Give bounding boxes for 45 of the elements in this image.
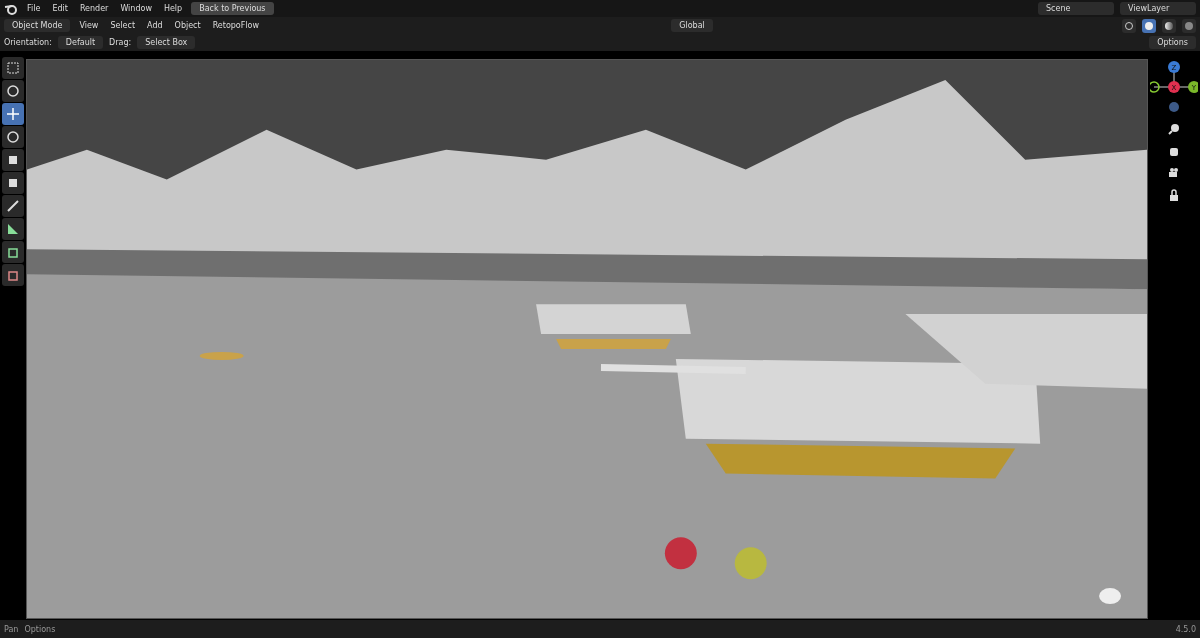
- circle-icon: [6, 130, 20, 144]
- cross-arrows-icon: [6, 107, 20, 121]
- scene-field[interactable]: Scene: [1038, 2, 1114, 15]
- orientation-label: Orientation:: [4, 38, 52, 47]
- menu-item[interactable]: Help: [160, 4, 186, 13]
- ruler-icon: [6, 222, 20, 236]
- status-hint: Options: [24, 624, 56, 634]
- lock-icon[interactable]: [1168, 189, 1180, 201]
- mode-dropdown[interactable]: Object Mode: [4, 19, 71, 32]
- drag-label: Drag:: [109, 38, 132, 47]
- options-dropdown[interactable]: Options: [1149, 36, 1196, 49]
- tool-button[interactable]: [2, 218, 24, 240]
- shading-button[interactable]: [1122, 18, 1136, 33]
- menu-item[interactable]: File: [24, 4, 44, 13]
- shading-button[interactable]: [1162, 18, 1176, 33]
- menu-item[interactable]: Select: [107, 21, 139, 30]
- circle-icon: [6, 84, 20, 98]
- dashed-box-icon: [6, 61, 20, 75]
- menu-item[interactable]: Render: [76, 4, 112, 13]
- square-icon: [6, 153, 20, 167]
- view-layer-field[interactable]: ViewLayer: [1120, 2, 1196, 15]
- menu-item[interactable]: Window: [117, 4, 155, 13]
- shading-button[interactable]: [1142, 18, 1156, 33]
- pen-icon: [6, 199, 20, 213]
- drag-dropdown[interactable]: Select Box: [137, 36, 196, 49]
- menu-item[interactable]: RetopoFlow: [209, 21, 263, 30]
- tool-button[interactable]: [2, 80, 24, 102]
- orientation-dropdown[interactable]: Global: [671, 19, 713, 32]
- tool-button[interactable]: [2, 195, 24, 217]
- tool-button[interactable]: [2, 241, 24, 263]
- back-to-previous-button[interactable]: Back to Previous: [191, 2, 274, 15]
- orientation-dropdown[interactable]: Default: [57, 36, 104, 49]
- tool-button[interactable]: [2, 126, 24, 148]
- status-hint: Pan: [4, 624, 19, 634]
- zoom-icon[interactable]: [1168, 123, 1180, 135]
- menu-item[interactable]: Object: [171, 21, 204, 30]
- tool-button[interactable]: [2, 172, 24, 194]
- tool-button[interactable]: [2, 103, 24, 125]
- menu-item[interactable]: Edit: [49, 4, 71, 13]
- menu-item[interactable]: Add: [144, 21, 166, 30]
- camera-icon[interactable]: [1168, 167, 1180, 179]
- menu-item[interactable]: View: [76, 21, 102, 30]
- tool-button[interactable]: [2, 149, 24, 171]
- square-icon: [6, 176, 20, 190]
- version-label: 4.5.0: [1175, 624, 1196, 634]
